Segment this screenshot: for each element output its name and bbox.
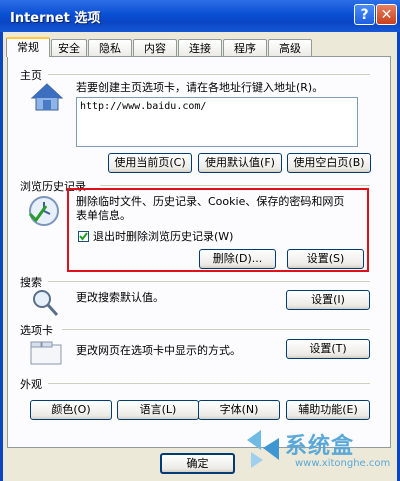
homepage-url-value: http://www.baidu.com/ (80, 101, 207, 112)
highlight-box (67, 188, 369, 272)
appearance-divider (48, 383, 370, 384)
homepage-url-field[interactable]: http://www.baidu.com/ (76, 97, 358, 147)
tab-connections[interactable]: 连接 (178, 39, 222, 56)
tabs-divider (62, 329, 370, 330)
tab-privacy[interactable]: 隐私 (88, 39, 132, 56)
ok-button[interactable]: 确定 (160, 453, 235, 474)
homepage-group-label: 主页 (20, 69, 42, 82)
tab-security[interactable]: 安全 (51, 39, 87, 56)
watermark-logo-icon (247, 430, 279, 468)
tab-general[interactable]: 常规 (6, 37, 50, 57)
window-title: Internet 选项 (10, 11, 101, 26)
history-divider (100, 185, 370, 186)
accessibility-button[interactable]: 辅助功能(E) (286, 400, 370, 420)
home-icon (30, 83, 64, 111)
search-description: 更改搜索默认值。 (76, 291, 164, 304)
appearance-group-label: 外观 (20, 378, 42, 391)
watermark-url: www.xitonghe.com (295, 458, 391, 469)
title-bar: Internet 选项 ? ✕ (0, 0, 400, 32)
use-blank-button[interactable]: 使用空白页(B) (287, 153, 371, 173)
use-current-button[interactable]: 使用当前页(C) (108, 153, 192, 173)
history-clock-icon (28, 196, 59, 226)
fonts-button[interactable]: 字体(N) (198, 400, 280, 420)
tab-programs[interactable]: 程序 (223, 39, 267, 56)
search-settings-button[interactable]: 设置(I) (286, 290, 370, 310)
help-button[interactable]: ? (354, 4, 375, 25)
tab-advanced[interactable]: 高级 (268, 39, 312, 56)
watermark: 系统盒 www.xitonghe.com (243, 426, 393, 478)
colors-button[interactable]: 颜色(O) (30, 400, 112, 420)
search-divider (48, 281, 370, 282)
close-button[interactable]: ✕ (376, 4, 397, 25)
languages-button[interactable]: 语言(L) (117, 400, 199, 420)
tabbed-window-icon (30, 341, 62, 365)
homepage-divider (48, 74, 370, 75)
tab-content[interactable]: 内容 (133, 39, 177, 56)
watermark-brand: 系统盒 (285, 434, 355, 459)
tabs-group-label: 选项卡 (20, 324, 53, 337)
tabs-description: 更改网页在选项卡中显示的方式。 (76, 344, 241, 357)
use-default-button[interactable]: 使用默认值(F) (198, 153, 282, 173)
tabs-settings-button[interactable]: 设置(T) (286, 339, 370, 359)
homepage-instruction: 若要创建主页选项卡，请在各地址行键入地址(R)。 (76, 81, 324, 94)
search-icon (33, 290, 59, 317)
